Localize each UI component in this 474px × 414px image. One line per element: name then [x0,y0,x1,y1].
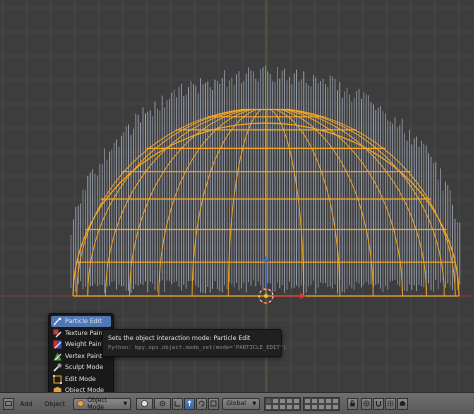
menu-item-edit-mode[interactable]: Edit Mode [51,374,111,385]
layer-group [303,396,341,411]
menu-item-label: Particle Edit [65,318,102,325]
menu-item-label: Vertex Paint [65,352,103,360]
layer-lock-button[interactable] [347,397,359,410]
viewport-header: Add Object Object Mode ▼ Global ▼ [0,392,474,414]
layer-button[interactable] [318,403,326,410]
pivot-icon [159,400,166,407]
lock-icon [349,400,356,407]
texture-paint-icon [53,329,62,338]
render-preview-button[interactable] [397,397,409,410]
layer-button[interactable] [293,403,301,410]
weight-paint-icon [53,340,62,349]
mode-tooltip: Sets the object interaction mode: Partic… [102,329,287,357]
vertex-paint-icon [53,352,62,361]
view3d-icon [5,400,12,407]
mode-dropdown[interactable]: Object Mode ▼ [73,396,132,411]
tooltip-description: Sets the object interaction mode: Partic… [108,335,251,342]
chevron-down-icon: ▼ [123,400,128,407]
object-origin-icon [264,294,268,298]
mode-dropdown-label: Object Mode [87,396,108,411]
snap-increment-icon [387,400,394,407]
camera-icon [399,400,406,407]
edit-mode-icon [53,374,62,384]
translate-manipulator-button[interactable] [184,397,196,410]
proportional-editing-button[interactable] [361,397,373,410]
scale-icon [210,400,217,407]
layer-button[interactable] [304,403,312,410]
magnet-icon [375,400,382,407]
object-mode-icon [77,400,85,407]
menu-item-label: Texture Paint [65,329,105,337]
snap-button[interactable] [373,397,385,410]
particle-edit-icon [53,317,62,326]
object-menu[interactable]: Object [38,400,71,408]
viewport-shading-button[interactable] [136,397,154,410]
layer-button[interactable] [325,403,333,410]
menu-item-particle-edit[interactable]: Particle Edit [51,316,111,327]
shading-sphere-icon [141,400,149,407]
sculpt-mode-icon [53,363,62,372]
rotate-manipulator-button[interactable] [196,397,208,410]
layer-button[interactable] [286,403,294,410]
orientation-label: Global [226,400,246,407]
layer-button[interactable] [279,403,287,410]
manipulator-toggle[interactable] [172,397,184,410]
chevron-down-icon: ▼ [252,400,257,407]
menu-item-label: Edit Mode [65,375,96,383]
transform-orientation-dropdown[interactable]: Global ▼ [222,397,261,410]
layer-button[interactable] [265,403,273,410]
rotate-icon [198,400,205,407]
layer-buttons [264,396,342,411]
add-menu[interactable]: Add [14,400,38,408]
proportional-icon [363,400,370,407]
scale-manipulator-button[interactable] [208,397,220,410]
pivot-point-button[interactable] [154,397,172,410]
arrow-icon [186,400,193,407]
editor-type-button[interactable] [3,397,14,410]
menu-item-label: Weight Paint [65,341,104,348]
layer-button[interactable] [311,403,319,410]
layer-button[interactable] [272,403,280,410]
manipulator-icon [174,400,181,407]
tooltip-python: Python: bpy.ops.object.mode_set(mode='PA… [108,345,287,351]
menu-item-sculpt-mode[interactable]: Sculpt Mode [51,362,111,373]
snap-element-button[interactable] [385,397,397,410]
layer-button[interactable] [332,403,340,410]
layer-group [264,396,302,411]
menu-item-label: Sculpt Mode [65,364,104,371]
